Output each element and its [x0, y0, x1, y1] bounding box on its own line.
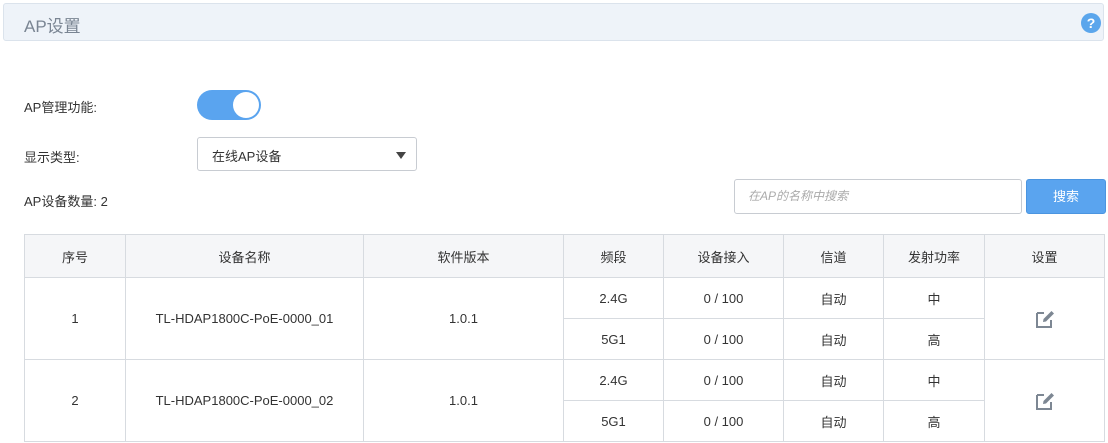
power-cell: 高: [883, 318, 985, 360]
caret-down-icon: [396, 152, 406, 159]
edit-icon[interactable]: [1034, 308, 1056, 330]
device-index: 1: [24, 277, 126, 360]
search-button[interactable]: 搜索: [1026, 179, 1106, 214]
device-name: TL-HDAP1800C-PoE-0000_02: [125, 359, 364, 442]
column-header-index: 序号: [24, 234, 126, 278]
access-cell: 0 / 100: [663, 277, 784, 319]
search-input[interactable]: [748, 189, 1008, 203]
table-header-row: 序号 设备名称 软件版本 频段 设备接入 信道 发射功率 设置: [24, 234, 1105, 278]
settings-cell: [984, 359, 1105, 442]
table-row: 2 TL-HDAP1800C-PoE-0000_02 1.0.1 2.4G 0 …: [24, 359, 1105, 442]
access-cell: 0 / 100: [663, 318, 784, 360]
column-header-band: 频段: [563, 234, 664, 278]
settings-cell: [984, 277, 1105, 360]
search-field[interactable]: [734, 179, 1022, 214]
power-cell: 中: [883, 277, 985, 319]
access-cell: 0 / 100: [663, 400, 784, 442]
channel-cell: 自动: [783, 277, 884, 319]
band-cell: 2.4G: [563, 277, 664, 319]
band-cell: 5G1: [563, 318, 664, 360]
edit-icon[interactable]: [1034, 390, 1056, 412]
band-cell: 2.4G: [563, 359, 664, 401]
device-version: 1.0.1: [363, 277, 564, 360]
display-type-value: 在线AP设备: [212, 149, 282, 164]
toggle-knob: [233, 92, 259, 118]
display-type-label: 显示类型:: [24, 150, 80, 165]
column-header-device-name: 设备名称: [125, 234, 364, 278]
display-type-select[interactable]: 在线AP设备: [197, 137, 417, 171]
device-name: TL-HDAP1800C-PoE-0000_01: [125, 277, 364, 360]
device-version: 1.0.1: [363, 359, 564, 442]
column-header-power: 发射功率: [883, 234, 985, 278]
channel-cell: 自动: [783, 318, 884, 360]
ap-management-label: AP管理功能:: [24, 100, 97, 115]
column-header-access: 设备接入: [663, 234, 784, 278]
ap-device-table: 序号 设备名称 软件版本 频段 设备接入 信道 发射功率 设置 1 TL-HDA…: [24, 234, 1105, 442]
ap-management-toggle[interactable]: [197, 90, 261, 120]
column-header-settings: 设置: [984, 234, 1105, 278]
power-cell: 高: [883, 400, 985, 442]
ap-count-label: AP设备数量: 2: [24, 194, 108, 209]
channel-cell: 自动: [783, 359, 884, 401]
page-title: AP设置: [24, 17, 81, 36]
table-row: 1 TL-HDAP1800C-PoE-0000_01 1.0.1 2.4G 0 …: [24, 277, 1105, 360]
power-cell: 中: [883, 359, 985, 401]
access-cell: 0 / 100: [663, 359, 784, 401]
page-header: AP设置 ?: [3, 3, 1104, 41]
channel-cell: 自动: [783, 400, 884, 442]
column-header-channel: 信道: [783, 234, 884, 278]
band-cell: 5G1: [563, 400, 664, 442]
column-header-software-version: 软件版本: [363, 234, 564, 278]
device-index: 2: [24, 359, 126, 442]
help-icon[interactable]: ?: [1081, 13, 1101, 33]
